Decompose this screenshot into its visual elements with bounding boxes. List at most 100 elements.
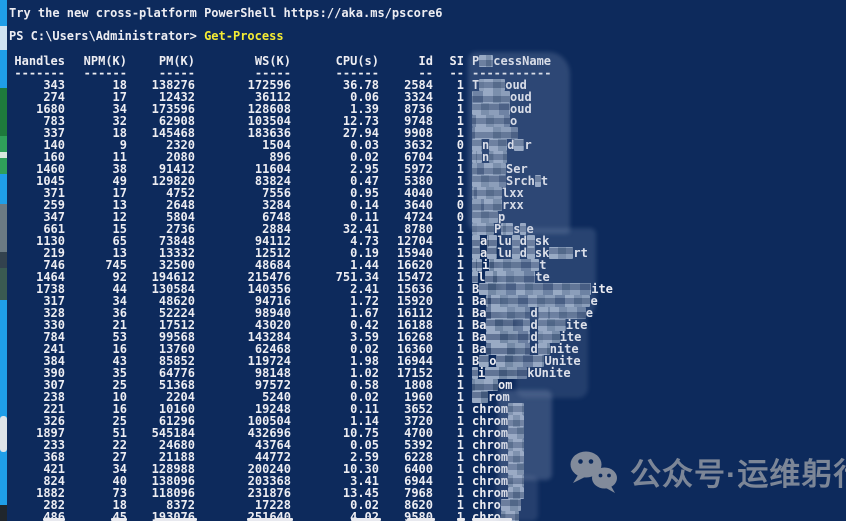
- censored-text-mosaic: [508, 487, 524, 499]
- censored-text-mosaic: [538, 319, 566, 331]
- censored-text-mosaic: [472, 211, 498, 223]
- process-name-cell: chro: [464, 499, 846, 511]
- censored-text-mosaic: [486, 295, 590, 307]
- censored-text-mosaic: [472, 187, 502, 199]
- desktop-icon-sliver[interactable]: [0, 152, 7, 158]
- process-name-cell: chrom: [464, 415, 846, 427]
- process-name-cell: rxx: [464, 199, 846, 211]
- censored-text-mosaic: [485, 271, 535, 283]
- censored-text-mosaic: [520, 223, 526, 235]
- censored-text-mosaic: [472, 199, 502, 211]
- process-name-cell: lte: [464, 271, 846, 283]
- censored-text-mosaic: [535, 175, 541, 187]
- censored-text-mosaic: [486, 319, 530, 331]
- censored-text-mosaic: [508, 415, 524, 427]
- desktop-edge-strip[interactable]: [0, 0, 7, 521]
- process-name-cell: aludskrt: [464, 247, 846, 259]
- censored-text-mosaic: [472, 271, 478, 283]
- process-name-cell: BoUnite: [464, 355, 846, 367]
- censored-text-mosaic: [472, 175, 506, 187]
- censored-text-mosaic: [472, 379, 498, 391]
- censored-text-mosaic: [508, 451, 524, 463]
- censored-text-mosaic: [472, 391, 488, 403]
- process-name-cell: Bade: [464, 307, 846, 319]
- censored-text-mosaic: [508, 427, 524, 439]
- process-name-cell: Pse: [464, 223, 846, 235]
- censored-text-mosaic: [472, 367, 478, 379]
- desktop-icon-sliver[interactable]: [0, 252, 7, 268]
- censored-text-mosaic: [508, 439, 524, 451]
- censored-text-mosaic: [489, 139, 507, 151]
- watermark: 公众号·运维躬行录: [568, 449, 846, 494]
- censored-text-mosaic: [538, 331, 560, 343]
- censored-text-mosaic: [479, 355, 489, 367]
- process-name-cell: rom: [464, 391, 846, 403]
- process-name-cell: Bae: [464, 295, 846, 307]
- censored-text-mosaic: [472, 235, 480, 247]
- process-name-cell: Badnite: [464, 343, 846, 355]
- process-name-fragment: n: [482, 150, 489, 164]
- desktop-icon-sliver[interactable]: [0, 26, 7, 50]
- console-output-area[interactable]: Try the new cross-platform PowerShell ht…: [7, 0, 846, 521]
- pscore-banner: Try the new cross-platform PowerShell ht…: [9, 6, 846, 20]
- censored-text-mosaic: [512, 235, 520, 247]
- prompt-path: PS C:\Users\Administrator>: [9, 29, 204, 43]
- censored-text-mosaic: [486, 307, 530, 319]
- censored-text-mosaic: [472, 247, 480, 259]
- censored-text-mosaic: [472, 139, 482, 151]
- censored-text-mosaic: [501, 499, 521, 511]
- censored-text-mosaic: [479, 55, 493, 67]
- censored-text-mosaic: [508, 463, 524, 475]
- process-name-fragment: i: [478, 366, 485, 380]
- censored-text-mosaic: [472, 127, 518, 139]
- process-name-cell: oud: [464, 103, 846, 115]
- desktop-icon-sliver[interactable]: [0, 505, 7, 521]
- process-name-cell: chrom: [464, 403, 846, 415]
- process-name-fragment: o: [510, 114, 517, 128]
- censored-text-mosaic: [487, 235, 497, 247]
- process-name-cell: o: [464, 115, 846, 127]
- command-get-process: Get-Process: [204, 29, 283, 43]
- censored-text-mosaic: [489, 259, 539, 271]
- censored-text-mosaic: [485, 367, 527, 379]
- process-name-cell: it: [464, 259, 846, 271]
- process-name-fragment: te: [535, 270, 549, 284]
- process-name-fragment: d: [530, 342, 537, 356]
- process-name-fragment: t: [541, 174, 548, 188]
- censored-text-mosaic: [489, 151, 507, 163]
- process-name-fragment: T: [472, 78, 479, 92]
- censored-text-mosaic: [479, 283, 591, 295]
- process-name-fragment: o: [489, 354, 496, 368]
- censored-text-mosaic: [549, 247, 573, 259]
- desktop-icon-sliver[interactable]: [0, 88, 7, 136]
- watermark-text: 公众号·运维躬行录: [630, 449, 846, 494]
- powershell-window: Try the new cross-platform PowerShell ht…: [0, 0, 846, 521]
- censored-text-mosaic: [472, 115, 510, 127]
- process-name-cell: Badite: [464, 331, 846, 343]
- censored-text-mosaic: [486, 331, 530, 343]
- censored-text-mosaic: [538, 307, 586, 319]
- censored-text-mosaic: [472, 163, 506, 175]
- censored-text-mosaic: [508, 475, 524, 487]
- process-name-fragment: lu: [497, 246, 511, 260]
- censored-text-mosaic: [479, 79, 505, 91]
- wechat-icon: [568, 450, 620, 494]
- desktop-icon-sliver[interactable]: [0, 416, 7, 452]
- desktop-icon-sliver[interactable]: [0, 268, 7, 300]
- censored-text-mosaic: [514, 139, 524, 151]
- process-name-fragment: rt: [573, 246, 587, 260]
- process-name-cell: Badite: [464, 319, 846, 331]
- censored-text-mosaic: [486, 343, 530, 355]
- process-name-fragment: e: [526, 222, 533, 236]
- process-name-cell: [464, 127, 846, 139]
- desktop-icon-sliver[interactable]: [0, 204, 7, 252]
- process-name-fragment: rxx: [502, 198, 524, 212]
- process-name-fragment: d: [507, 138, 514, 152]
- prompt-line: PS C:\Users\Administrator> Get-Process: [9, 29, 846, 43]
- process-name-fragment: d: [520, 246, 527, 260]
- censored-text-mosaic: [472, 151, 482, 163]
- process-name-cell: chrom: [464, 427, 846, 439]
- censored-text-mosaic: [538, 343, 550, 355]
- table-cell: 18: [65, 127, 127, 139]
- censored-text-mosaic: [472, 259, 482, 271]
